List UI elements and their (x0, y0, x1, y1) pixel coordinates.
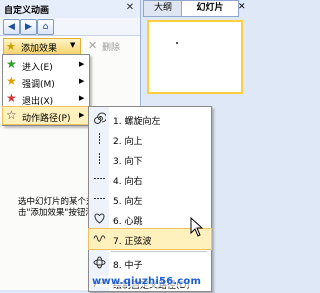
pane-title-bar: 自定义动画 ✕ (0, 0, 140, 19)
line-up-icon (99, 133, 100, 144)
mouse-cursor-icon (190, 217, 204, 237)
delete-label: 删除 (102, 43, 121, 53)
line-left-icon (94, 198, 105, 199)
watermark-url: www.qiuzhi56.com (92, 276, 202, 287)
heartbeat-icon (94, 213, 105, 224)
back-arrow-icon[interactable]: ◀ (3, 19, 20, 35)
sine-wave-icon (93, 235, 106, 242)
exit-star-icon: ★ (6, 91, 17, 105)
delete-button[interactable]: ✕ 删除 (86, 38, 136, 53)
motion-path-icon: ☆ (6, 108, 17, 122)
pane-title: 自定义动画 (4, 6, 50, 16)
menu-item-label: 退出(X) (22, 97, 54, 107)
line-right-icon (94, 178, 105, 179)
path-item-label: 6. 心跳 (113, 217, 143, 227)
path-item-spiral-left[interactable]: 1. 螺旋向左 (89, 109, 211, 129)
emphasis-star-icon: ★ (6, 74, 17, 88)
add-effect-button[interactable]: ★ 添加效果 ▼ (3, 38, 81, 55)
menu-item-entrance[interactable]: ★ 进入(E) ▶ (3, 56, 89, 73)
star-icon: ★ (6, 40, 16, 53)
delete-icon: ✕ (88, 39, 98, 52)
add-effect-label: 添加效果 (21, 44, 58, 54)
path-item-label: 4. 向右 (113, 177, 143, 187)
menu-item-label: 动作路径(P) (22, 114, 71, 124)
slide-object-dot (176, 42, 178, 44)
animation-toolbar: ★ 添加效果 ▼ ✕ 删除 (0, 36, 140, 56)
menu-item-label: 进入(E) (22, 63, 53, 73)
path-item-neutron[interactable]: 8. 中子 (89, 253, 211, 273)
motion-path-submenu: 1. 螺旋向左 2. 向上 3. 向下 4. 向右 5. 向左 6. 心跳 7.… (88, 106, 212, 292)
path-item-label: 8. 中子 (113, 261, 143, 271)
submenu-arrow-icon: ▶ (79, 60, 85, 68)
path-item-label: 5. 向左 (113, 197, 143, 207)
path-item-label: 1. 螺旋向左 (113, 117, 161, 127)
chevron-down-icon: ▼ (70, 41, 76, 49)
path-item-up[interactable]: 2. 向上 (89, 129, 211, 149)
path-item-right[interactable]: 4. 向右 (89, 169, 211, 189)
submenu-arrow-icon: ▶ (79, 94, 85, 102)
path-item-down[interactable]: 3. 向下 (89, 149, 211, 169)
tab-slides[interactable]: 幻灯片 (181, 0, 239, 17)
path-item-label: 2. 向上 (113, 137, 143, 147)
path-item-label: 3. 向下 (113, 157, 143, 167)
menu-separator (111, 251, 207, 252)
path-item-label: 7. 正弦波 (113, 237, 152, 247)
close-icon[interactable]: ✕ (238, 2, 246, 12)
submenu-arrow-icon: ▶ (79, 77, 85, 85)
tab-outline[interactable]: 大纲 (143, 0, 183, 17)
spiral-icon (94, 112, 106, 124)
pane-nav-bar: ◀ ▶ ⌂ (0, 18, 140, 36)
line-down-icon (99, 153, 100, 164)
add-effect-menu: ★ 进入(E) ▶ ★ 强调(M) ▶ ★ 退出(X) ▶ ☆ 动作路径(P) … (2, 54, 90, 126)
entrance-star-icon: ★ (6, 57, 17, 71)
submenu-arrow-icon: ▶ (79, 111, 85, 119)
menu-item-label: 强调(M) (22, 80, 55, 90)
forward-arrow-icon[interactable]: ▶ (20, 19, 37, 35)
home-icon[interactable]: ⌂ (37, 19, 54, 35)
path-item-left[interactable]: 5. 向左 (89, 189, 211, 209)
menu-item-motion-path[interactable]: ☆ 动作路径(P) ▶ (2, 106, 90, 125)
menu-item-emphasis[interactable]: ★ 强调(M) ▶ (3, 73, 89, 90)
menu-item-exit[interactable]: ★ 退出(X) ▶ (3, 90, 89, 107)
neutron-icon (93, 256, 106, 269)
slide-thumbnail[interactable] (147, 20, 243, 94)
close-icon[interactable]: ✕ (124, 2, 136, 14)
